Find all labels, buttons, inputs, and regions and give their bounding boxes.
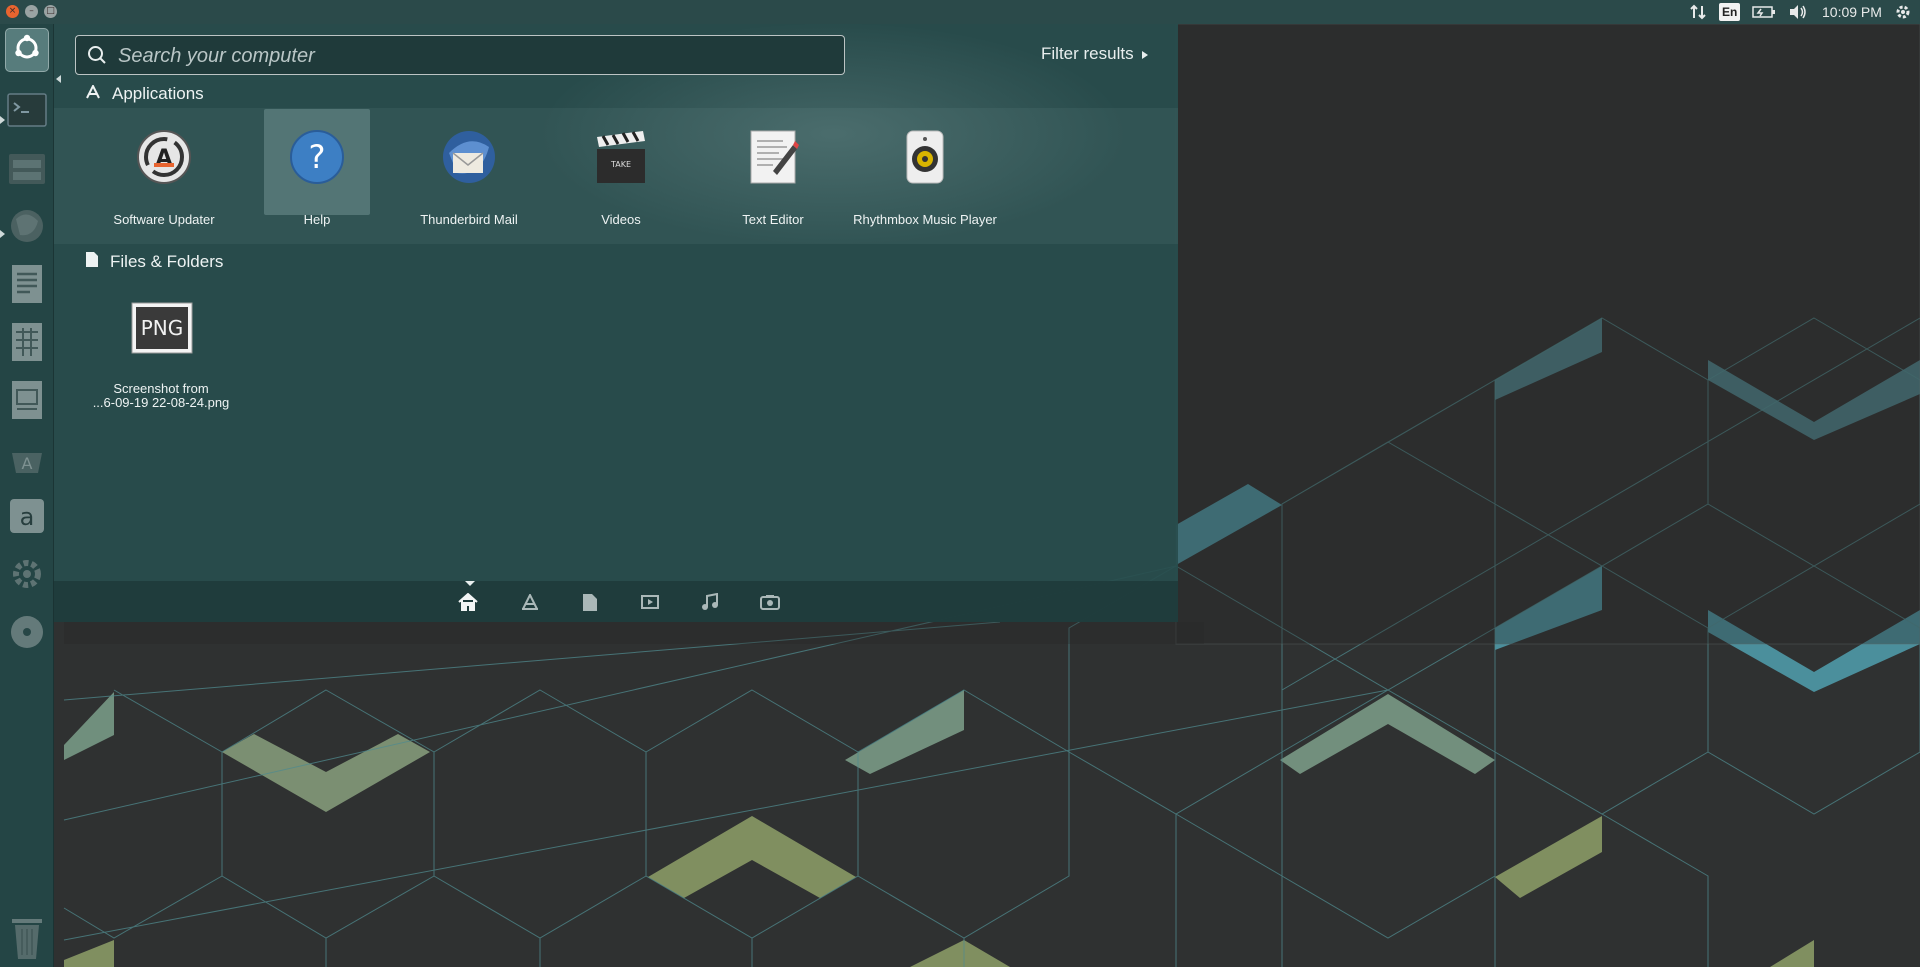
search-icon (87, 45, 107, 70)
trash-icon (8, 919, 46, 965)
files-category-icon (86, 252, 98, 272)
launcher-software-center[interactable]: A (5, 438, 49, 482)
search-box[interactable] (75, 35, 845, 76)
amazon-icon: a (8, 497, 46, 540)
files-icon[interactable] (580, 593, 600, 611)
app-videos[interactable]: TAKE Videos (568, 109, 674, 249)
dash-overlay: Filter results Applications A Software U… (53, 24, 1178, 622)
app-rhythmbox[interactable]: Rhythmbox Music Player (853, 109, 997, 249)
launcher-terminal[interactable] (5, 90, 49, 134)
panel-clock[interactable]: 10:09 PM (1822, 0, 1882, 24)
app-label: Thunderbird Mail (420, 212, 518, 227)
launcher-files[interactable] (5, 148, 49, 192)
file-manager-icon (7, 150, 47, 191)
home-icon[interactable] (458, 593, 478, 611)
impress-icon (10, 380, 44, 425)
applications-header[interactable]: Applications (86, 83, 204, 104)
file-label-line2: ...6-09-19 22-08-24.png (92, 395, 230, 410)
launcher-amazon[interactable]: a (5, 496, 49, 540)
svg-text:A: A (155, 146, 172, 171)
app-help[interactable]: ? Help (264, 109, 370, 227)
video-icon[interactable] (640, 593, 660, 611)
app-text-editor[interactable]: Text Editor (720, 109, 826, 249)
launcher-trash[interactable] (8, 915, 46, 961)
applications-category-icon (86, 83, 100, 104)
settings-icon (7, 554, 47, 599)
applications-icon[interactable] (520, 593, 540, 611)
dash-home-button[interactable] (5, 28, 49, 72)
launcher-impress[interactable] (5, 380, 49, 424)
window-maximize-button[interactable]: □ (44, 5, 57, 18)
text-editor-icon (743, 127, 803, 187)
app-software-updater[interactable]: A Software Updater (111, 109, 217, 249)
svg-text:a: a (20, 503, 35, 531)
window-close-button[interactable]: × (6, 5, 19, 18)
ubuntu-logo-icon (12, 33, 42, 68)
firefox-icon (8, 207, 46, 250)
active-lens-indicator (465, 581, 475, 586)
app-label: Text Editor (742, 212, 804, 227)
settings-gear-icon[interactable] (1894, 0, 1912, 24)
calc-icon (10, 322, 44, 367)
photo-icon[interactable] (760, 593, 780, 611)
lens-bar (53, 581, 1178, 622)
launcher-calc[interactable] (5, 322, 49, 366)
disc-icon (8, 613, 46, 656)
software-center-icon: A (8, 439, 46, 482)
network-transfer-icon[interactable] (1689, 0, 1707, 24)
window-minimize-button[interactable]: – (25, 5, 38, 18)
app-label: Rhythmbox Music Player (853, 212, 997, 227)
app-label: Software Updater (113, 212, 215, 227)
png-thumbnail-icon: PNG (131, 302, 193, 354)
launcher-firefox[interactable] (5, 206, 49, 250)
music-icon[interactable] (700, 593, 720, 611)
files-header-label: Files & Folders (110, 252, 224, 271)
rhythmbox-icon (895, 127, 955, 187)
dash-open-indicator (56, 75, 61, 83)
filter-results-button[interactable]: Filter results (1041, 44, 1148, 64)
search-input[interactable] (116, 36, 820, 76)
help-icon: ? (287, 127, 347, 187)
launcher-system-settings[interactable] (5, 554, 49, 598)
keyboard-lang-indicator[interactable]: En (1719, 3, 1741, 21)
thunderbird-icon (439, 127, 499, 187)
app-thunderbird[interactable]: Thunderbird Mail (416, 109, 522, 249)
app-label: Videos (601, 212, 641, 227)
terminal-icon (7, 92, 47, 132)
applications-header-label: Applications (112, 84, 204, 103)
svg-text:A: A (22, 454, 33, 473)
filter-results-label: Filter results (1041, 44, 1134, 63)
launcher-dvd[interactable] (5, 612, 49, 656)
writer-icon (10, 264, 44, 309)
launcher-writer[interactable] (5, 264, 49, 308)
software-updater-icon: A (134, 127, 194, 187)
png-thumb-text: PNG (141, 316, 184, 340)
top-panel: × – □ En 10:09 PM (0, 0, 1920, 24)
app-label: Help (303, 212, 331, 227)
file-label-line1: Screenshot from (113, 381, 209, 396)
file-screenshot[interactable]: PNG Screenshot from ...6-09-19 22-08-24.… (93, 302, 229, 432)
launcher: A a (0, 24, 61, 967)
volume-icon[interactable] (1788, 0, 1808, 24)
files-folders-header[interactable]: Files & Folders (86, 252, 223, 272)
file-label: Screenshot from ...6-09-19 22-08-24.png (88, 382, 234, 410)
svg-text:TAKE: TAKE (610, 160, 631, 169)
svg-text:?: ? (309, 138, 326, 176)
battery-icon[interactable] (1752, 0, 1776, 24)
triangle-right-icon (1141, 44, 1148, 64)
videos-clapper-icon: TAKE (591, 127, 651, 187)
